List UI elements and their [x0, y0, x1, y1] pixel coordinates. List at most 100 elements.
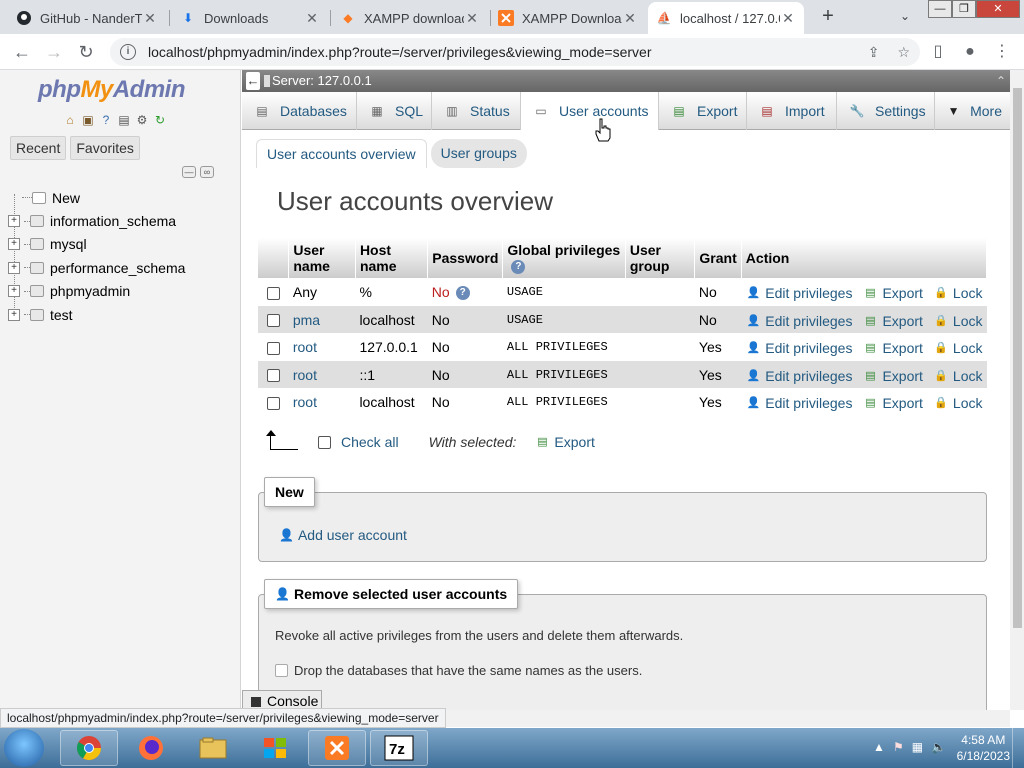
tree-item-phpmyadmin[interactable]: + phpmyadmin: [8, 280, 185, 303]
maximize-button[interactable]: ❐: [952, 0, 976, 18]
browser-tab-downloads[interactable]: ⬇ Downloads ✕: [172, 2, 328, 34]
col-global-privileges[interactable]: Global privileges?: [502, 238, 626, 279]
server-title[interactable]: Server: 127.0.0.1: [272, 70, 372, 92]
tree-item-test[interactable]: + test: [8, 303, 185, 326]
edit-privileges-link[interactable]: 👤 Edit privileges: [745, 340, 852, 356]
scrollbar-thumb[interactable]: [1013, 88, 1022, 628]
close-icon[interactable]: ✕: [304, 10, 320, 27]
tab-export[interactable]: ▤ Export: [659, 92, 747, 130]
tree-item-mysql[interactable]: + mysql: [8, 233, 185, 256]
info-icon[interactable]: i: [120, 44, 136, 60]
subtab-user-groups[interactable]: User groups: [430, 139, 527, 168]
bulk-export-button[interactable]: ▤ Export: [534, 434, 595, 450]
start-button[interactable]: [4, 729, 44, 767]
browser-tab-xampp-download-2[interactable]: XAMPP Download ✕: [490, 2, 646, 34]
logout-icon[interactable]: ▣: [80, 112, 96, 128]
tab-sql[interactable]: ▦ SQL: [357, 92, 432, 130]
7zip-icon[interactable]: 7z: [370, 730, 428, 766]
tab-more[interactable]: ▼ More: [935, 92, 1010, 130]
add-user-account-link[interactable]: 👤 Add user account: [279, 527, 407, 543]
close-icon[interactable]: ✕: [464, 10, 480, 27]
favorites-tab[interactable]: Favorites: [70, 136, 140, 160]
tab-databases[interactable]: ▤ Databases: [242, 92, 357, 130]
close-icon[interactable]: ✕: [622, 10, 638, 27]
explorer-icon[interactable]: [184, 730, 242, 766]
tab-status[interactable]: ▥ Status: [432, 92, 521, 130]
export-link[interactable]: ▤ Export: [862, 395, 923, 411]
recent-tab[interactable]: Recent: [10, 136, 67, 160]
drop-databases-checkbox[interactable]: [275, 664, 288, 677]
new-tab-button[interactable]: +: [816, 4, 840, 28]
reload-icon[interactable]: ↻: [152, 112, 168, 128]
network-icon[interactable]: ▦: [912, 740, 923, 754]
chevron-down-icon[interactable]: ⌄: [895, 4, 915, 28]
row-checkbox[interactable]: [266, 314, 280, 328]
col-password[interactable]: Password: [427, 238, 504, 279]
export-link[interactable]: ▤ Export: [862, 340, 923, 356]
check-all-label[interactable]: Check all: [341, 434, 399, 450]
col-user-group[interactable]: User group: [625, 238, 696, 279]
close-icon[interactable]: ✕: [780, 10, 796, 27]
edit-privileges-link[interactable]: 👤 Edit privileges: [745, 368, 852, 384]
help-icon[interactable]: ?: [455, 286, 470, 301]
col-host-name[interactable]: Host name: [355, 238, 429, 279]
subtab-user-accounts-overview[interactable]: User accounts overview: [256, 139, 427, 168]
drop-databases-option[interactable]: Drop the databases that have the same na…: [275, 663, 642, 678]
browser-tab-xampp-download-1[interactable]: ◆ XAMPP download ✕: [332, 2, 488, 34]
edit-privileges-link[interactable]: 👤 Edit privileges: [745, 395, 852, 411]
tab-user-accounts[interactable]: ▭ User accounts: [521, 92, 659, 130]
row-checkbox[interactable]: [266, 369, 280, 383]
windows-update-icon[interactable]: [246, 730, 304, 766]
lock-link[interactable]: 🔒 Lock: [933, 285, 982, 301]
expand-icon[interactable]: +: [8, 238, 20, 251]
show-desktop-button[interactable]: [1012, 728, 1024, 768]
sidebar-toggle-icon[interactable]: ▯: [926, 40, 950, 64]
menu-kebab-icon[interactable]: ⋮: [990, 40, 1014, 64]
help-icon[interactable]: ?: [511, 260, 526, 275]
firefox-icon[interactable]: [122, 730, 180, 766]
home-icon[interactable]: ⌂: [62, 112, 78, 128]
minimize-button[interactable]: —: [928, 0, 952, 18]
browser-tab-localhost[interactable]: ⛵ localhost / 127.0.0 ✕: [648, 2, 804, 34]
edit-privileges-link[interactable]: 👤 Edit privileges: [745, 285, 852, 301]
export-link[interactable]: ▤ Export: [862, 285, 923, 301]
volume-icon[interactable]: 🔈: [931, 740, 946, 754]
xampp-icon[interactable]: [308, 730, 366, 766]
collapse-icon[interactable]: ⌃: [996, 70, 1006, 92]
vertical-scrollbar[interactable]: [1010, 70, 1024, 710]
tab-import[interactable]: ▤ Import: [747, 92, 837, 130]
taskbar-clock[interactable]: 4:58 AM 6/18/2023: [957, 732, 1010, 764]
profile-icon[interactable]: ●: [958, 40, 982, 64]
back-arrow-icon[interactable]: ←: [246, 72, 260, 90]
expand-icon[interactable]: +: [8, 215, 20, 228]
browser-tab-github[interactable]: GitHub - NanderT ✕: [8, 2, 166, 34]
docs-icon[interactable]: ▤: [116, 112, 132, 128]
row-checkbox[interactable]: [266, 286, 280, 300]
lock-link[interactable]: 🔒 Lock: [933, 313, 982, 329]
tree-item-new[interactable]: New: [22, 186, 185, 209]
address-bar[interactable]: i localhost/phpmyadmin/index.php?route=/…: [110, 38, 920, 66]
phpmyadmin-logo[interactable]: phpMyAdmin: [38, 76, 186, 104]
expand-icon[interactable]: +: [8, 308, 20, 321]
lock-link[interactable]: 🔒 Lock: [933, 340, 982, 356]
star-icon[interactable]: ☆: [897, 44, 910, 61]
collapse-all-icon[interactable]: —: [182, 166, 196, 178]
export-link[interactable]: ▤ Export: [862, 368, 923, 384]
expand-icon[interactable]: +: [8, 261, 20, 274]
close-icon[interactable]: ✕: [142, 10, 158, 27]
tab-settings[interactable]: 🔧 Settings: [837, 92, 935, 130]
close-window-button[interactable]: ✕: [976, 0, 1020, 18]
check-all-checkbox[interactable]: [318, 435, 331, 449]
col-grant[interactable]: Grant: [694, 238, 742, 279]
link-icon[interactable]: ∞: [200, 166, 214, 178]
export-link[interactable]: ▤ Export: [862, 313, 923, 329]
back-button[interactable]: ←: [10, 40, 34, 64]
tray-expand-icon[interactable]: ▲: [873, 740, 885, 754]
chrome-icon[interactable]: [60, 730, 118, 766]
col-user-name[interactable]: User name: [288, 238, 356, 279]
forward-button[interactable]: →: [42, 40, 66, 64]
lock-link[interactable]: 🔒 Lock: [933, 368, 982, 384]
expand-icon[interactable]: +: [8, 285, 20, 298]
row-checkbox[interactable]: [266, 396, 280, 410]
lock-link[interactable]: 🔒 Lock: [933, 395, 982, 411]
